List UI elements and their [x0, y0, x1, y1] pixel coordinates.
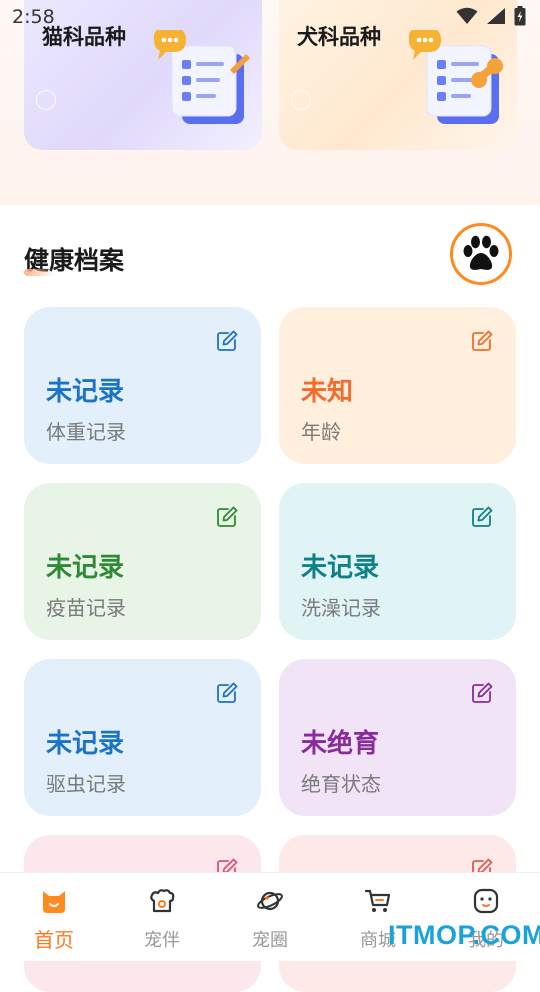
tile-value: 未记录 — [301, 553, 380, 583]
tile-value: 未记录 — [46, 377, 125, 407]
edit-icon[interactable] — [215, 681, 239, 705]
home-cat-icon — [43, 891, 65, 913]
tile-neuter[interactable]: 未绝育 绝育状态 — [279, 659, 516, 816]
tab-label: 宠圈 — [252, 930, 288, 951]
edit-icon[interactable] — [470, 681, 494, 705]
tab-circle[interactable]: 宠圈 — [216, 873, 324, 961]
wifi-icon — [456, 7, 478, 24]
tile-vaccine[interactable]: 未记录 疫苗记录 — [24, 483, 261, 640]
tile-value: 未绝育 — [301, 729, 380, 759]
tile-age[interactable]: 未知 年龄 — [279, 307, 516, 464]
paw-icon — [463, 235, 499, 270]
tile-bath[interactable]: 未记录 洗澡记录 — [279, 483, 516, 640]
decorative-ring-icon — [291, 90, 311, 110]
status-time: 2:58 — [12, 6, 55, 28]
checklist-illustration-icon — [409, 30, 503, 124]
signal-icon — [487, 8, 505, 24]
paw-button[interactable] — [450, 223, 512, 285]
edit-icon[interactable] — [470, 329, 494, 353]
tile-label: 疫苗记录 — [46, 596, 126, 620]
watermark: ITMOP.COM — [388, 920, 540, 950]
tile-value: 未记录 — [46, 553, 125, 583]
face-icon — [473, 888, 499, 914]
battery-icon — [514, 6, 526, 26]
edit-icon[interactable] — [215, 329, 239, 353]
tile-label: 体重记录 — [46, 420, 126, 444]
tile-label: 洗澡记录 — [301, 596, 381, 620]
decorative-ring-icon — [36, 90, 56, 110]
tile-value: 未记录 — [46, 729, 125, 759]
tile-weight[interactable]: 未记录 体重记录 — [24, 307, 261, 464]
tab-label: 首页 — [34, 928, 74, 952]
title-underline — [24, 269, 54, 276]
tile-label: 年龄 — [301, 420, 341, 444]
tab-pet-companion[interactable]: 宠伴 — [108, 873, 216, 961]
status-icons — [456, 6, 526, 26]
tile-deworm[interactable]: 未记录 驱虫记录 — [24, 659, 261, 816]
tile-label: 绝育状态 — [301, 772, 381, 796]
tab-home[interactable]: 首页 — [0, 873, 108, 961]
tab-label: 宠伴 — [144, 930, 180, 951]
edit-icon[interactable] — [470, 505, 494, 529]
status-bar: 2:58 — [0, 0, 540, 36]
planet-icon — [257, 891, 283, 911]
tile-label: 驱虫记录 — [46, 772, 126, 796]
tile-value: 未知 — [301, 377, 354, 407]
edit-icon[interactable] — [215, 505, 239, 529]
pet-companion-icon — [150, 889, 175, 913]
cart-icon — [364, 889, 391, 912]
checklist-illustration-icon — [154, 30, 250, 124]
